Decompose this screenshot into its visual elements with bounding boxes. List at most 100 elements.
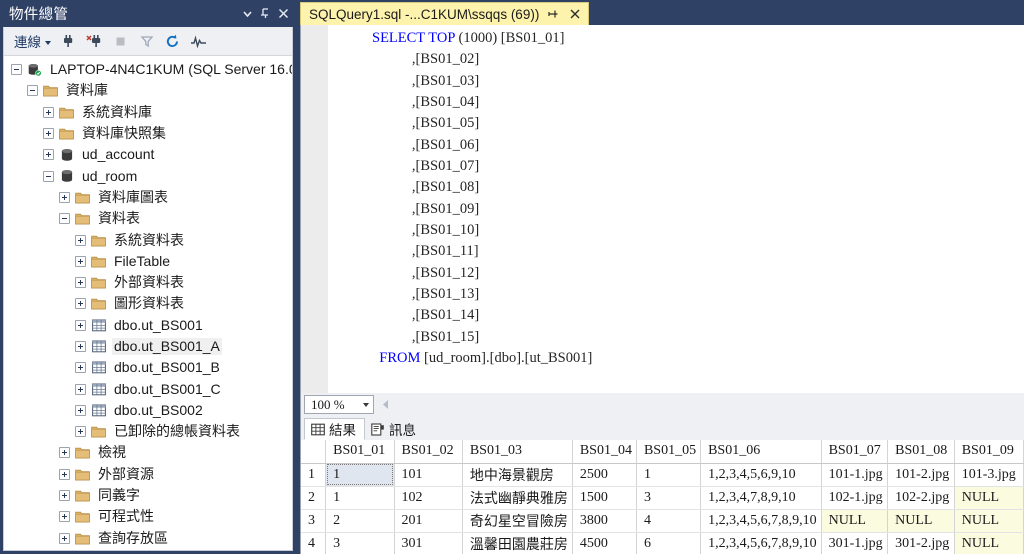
connect-button[interactable]: 連線 [13,29,54,53]
tree-node[interactable]: 外部資料表 [4,272,292,293]
grid-cell[interactable]: 奇幻星空冒險房 [462,509,573,533]
grid-cell[interactable]: 301 [394,532,463,554]
expand-icon[interactable] [75,362,86,374]
collapse-icon[interactable] [59,213,70,225]
grid-row-number[interactable]: 1 [301,463,327,487]
grid-cell[interactable]: 3 [636,486,702,510]
grid-cell[interactable]: NULL [887,509,955,533]
table-row[interactable]: 3 2 201 奇幻星空冒險房 3800 4 1,2,3,4,5,6,7,8,9,10 NUL… [301,509,1024,533]
grid-corner-cell[interactable] [301,440,327,464]
zoom-level-combobox[interactable]: 100 % [304,395,374,414]
grid-cell[interactable]: 4 [636,509,702,533]
grid-column-header[interactable]: BS01_06 [700,440,822,464]
table-row[interactable]: 4 3 301 溫馨田園農莊房 4500 6 1,2,3,4,5,6,7,8,9,10 301… [301,532,1024,554]
grid-row-number[interactable]: 2 [301,486,327,510]
tree-node[interactable]: 外部資源 [4,464,292,485]
grid-cell[interactable]: 102-1.jpg [821,486,889,510]
tab-results[interactable]: 結果 [304,418,365,440]
grid-cell[interactable]: 102-2.jpg [887,486,955,510]
tree-node[interactable]: dbo.ut_BS001_B [4,357,292,378]
tree-node[interactable]: 資料表 [4,208,292,229]
grid-cell[interactable]: 法式幽靜典雅房 [462,486,573,510]
tree-node[interactable]: 資料庫 [4,80,292,101]
tree-node[interactable]: 可程式性 [4,506,292,527]
tree-node[interactable]: ud_account [4,144,292,165]
expand-icon[interactable] [43,149,54,161]
grid-cell[interactable]: 301-1.jpg [821,532,889,554]
collapse-icon[interactable] [11,64,22,76]
grid-cell[interactable]: NULL [954,486,1024,510]
grid-cell[interactable]: 101-3.jpg [954,463,1024,487]
expand-icon[interactable] [75,234,86,246]
disconnect-object-explorer-icon[interactable] [83,30,106,52]
tree-node[interactable]: 資料庫快照集 [4,123,292,144]
grid-cell[interactable]: 1 [325,463,395,487]
grid-column-header[interactable]: BS01_08 [887,440,955,464]
grid-cell[interactable]: 1 [636,463,702,487]
grid-cell[interactable]: 1500 [572,486,637,510]
code-area[interactable]: SELECT TOP (1000) [BS01_01] ,[BS01_02] ,… [328,25,1024,393]
grid-cell[interactable]: 1,2,3,4,5,6,9,10 [700,463,822,487]
results-grid[interactable]: BS01_01 BS01_02 BS01_03 BS01_04 BS01_05 BS01_… [301,440,1024,554]
activity-monitor-icon[interactable] [187,30,210,52]
grid-cell[interactable]: 201 [394,509,463,533]
collapse-icon[interactable] [43,170,54,182]
connect-object-explorer-icon[interactable] [57,30,80,52]
grid-cell[interactable]: NULL [954,532,1024,554]
tree-node[interactable]: 查詢存放區 [4,528,292,549]
grid-cell[interactable]: 101-1.jpg [821,463,889,487]
collapse-icon[interactable] [27,85,38,97]
grid-cell[interactable]: 溫馨田園農莊房 [462,532,573,554]
table-row[interactable]: 1 1 101 地中海景觀房 2500 1 1,2,3,4,5,6,9,10 101-1.jp… [301,463,1024,487]
expand-icon[interactable] [59,511,70,523]
grid-cell[interactable]: 2 [325,509,395,533]
expand-icon[interactable] [43,128,54,140]
tree-node[interactable]: 資料庫圖表 [4,187,292,208]
tree-node[interactable]: 系統資料庫 [4,102,292,123]
grid-column-header[interactable]: BS01_04 [572,440,637,464]
close-icon[interactable] [567,5,583,23]
expand-icon[interactable] [43,106,54,118]
expand-icon[interactable] [59,490,70,502]
refresh-icon[interactable] [161,30,184,52]
tree-node[interactable]: 已卸除的總帳資料表 [4,421,292,442]
grid-cell[interactable]: 1,2,3,4,7,8,9,10 [700,486,822,510]
grid-row-number[interactable]: 4 [301,532,327,554]
grid-cell[interactable]: NULL [821,509,889,533]
grid-cell[interactable]: 3 [325,532,395,554]
grid-cell[interactable]: 301-2.jpg [887,532,955,554]
chevron-down-icon[interactable] [238,4,256,24]
results-grid-container[interactable]: BS01_01 BS01_02 BS01_03 BS01_04 BS01_05 BS01_… [300,440,1024,554]
expand-icon[interactable] [75,319,86,331]
tab-messages[interactable]: 訊息 [365,418,424,440]
grid-column-header[interactable]: BS01_01 [325,440,395,464]
expand-icon[interactable] [59,447,70,459]
close-icon[interactable] [274,4,292,24]
grid-cell[interactable]: 101-2.jpg [887,463,955,487]
grid-column-header[interactable]: BS01_02 [394,440,463,464]
grid-column-header[interactable]: BS01_05 [636,440,702,464]
expand-icon[interactable] [75,426,86,438]
sql-editor[interactable]: SELECT TOP (1000) [BS01_01] ,[BS01_02] ,… [300,25,1024,393]
tab-sqlquery1[interactable]: SQLQuery1.sql -...C1KUM\ssqqs (69)) [300,2,590,25]
tree-node[interactable]: dbo.ut_BS001_C [4,378,292,399]
grid-cell[interactable]: 3800 [572,509,637,533]
expand-icon[interactable] [75,341,86,352]
expand-icon[interactable] [75,383,86,395]
tree-node[interactable]: 圖形資料表 [4,293,292,314]
pin-icon[interactable] [256,4,274,24]
expand-icon[interactable] [75,277,86,289]
grid-cell[interactable]: 2500 [572,463,637,487]
expand-icon[interactable] [59,191,70,203]
tree-node[interactable]: 系統資料表 [4,229,292,250]
triangle-left-icon[interactable] [378,397,392,413]
grid-column-header[interactable]: BS01_07 [821,440,889,464]
grid-cell[interactable]: 101 [394,463,463,487]
grid-row-number[interactable]: 3 [301,509,327,533]
tree-node[interactable]: ud_room [4,165,292,186]
grid-cell[interactable]: 1 [325,486,395,510]
grid-cell[interactable]: 地中海景觀房 [462,463,573,487]
expand-icon[interactable] [75,404,86,416]
expand-icon[interactable] [75,298,86,310]
grid-column-header[interactable]: BS01_03 [462,440,573,464]
